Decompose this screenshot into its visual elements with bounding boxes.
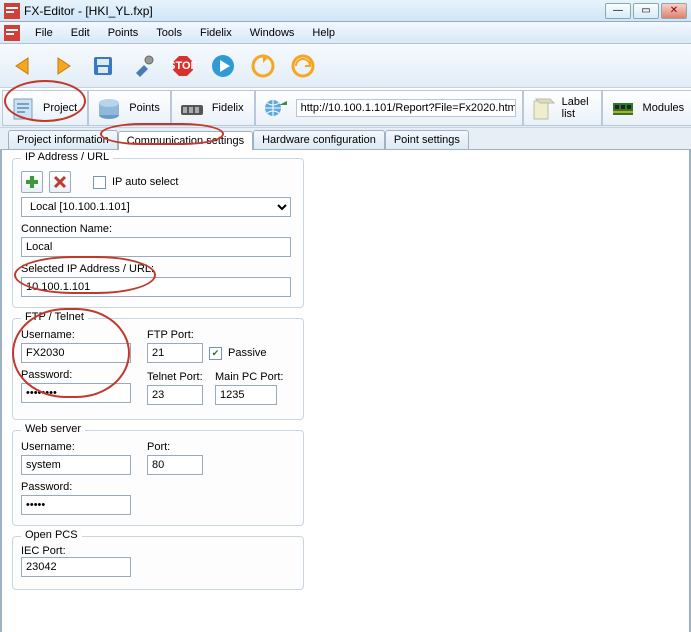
menu-windows[interactable]: Windows <box>241 24 304 42</box>
points-icon <box>95 94 123 122</box>
ftp-username-label: Username: <box>21 329 131 341</box>
nav-labellist-label: Label list <box>562 96 591 120</box>
mainpc-port-input[interactable] <box>215 385 277 405</box>
play-icon[interactable] <box>206 49 240 83</box>
menu-edit[interactable]: Edit <box>62 24 99 42</box>
refresh-icon[interactable] <box>246 49 280 83</box>
web-password-label: Password: <box>21 481 131 493</box>
group-pcs: Open PCS IEC Port: <box>12 536 304 590</box>
close-button[interactable]: ✕ <box>661 3 687 19</box>
conn-name-input[interactable] <box>21 237 291 257</box>
passive-label: Passive <box>228 347 267 359</box>
group-web-legend: Web server <box>21 423 85 435</box>
mainpc-port-label: Main PC Port: <box>215 371 283 383</box>
subtab-project-info[interactable]: Project information <box>8 130 118 149</box>
main-pane: IP Address / URL IP auto select Local [1… <box>0 150 691 632</box>
passive-checkbox[interactable]: ✔ <box>209 347 222 360</box>
nav-fidelix-label: Fidelix <box>212 102 244 114</box>
sel-ip-input[interactable] <box>21 277 291 297</box>
group-ip-legend: IP Address / URL <box>21 151 113 163</box>
nav-points-label: Points <box>129 102 160 114</box>
iec-port-input[interactable] <box>21 557 131 577</box>
web-username-label: Username: <box>21 441 131 453</box>
ip-auto-select-label: IP auto select <box>112 176 178 188</box>
save-icon[interactable] <box>86 49 120 83</box>
group-ftp-legend: FTP / Telnet <box>21 311 88 323</box>
titlebar: FX-Editor - [HKI_YL.fxp] — ▭ ✕ <box>0 0 691 22</box>
menubar: File Edit Points Tools Fidelix Windows H… <box>0 22 691 44</box>
globe-icon <box>262 94 290 122</box>
telnet-port-label: Telnet Port: <box>147 371 203 383</box>
app-icon <box>4 3 20 19</box>
ftp-port-label: FTP Port: <box>147 329 283 341</box>
nav-fidelix[interactable]: Fidelix <box>171 90 255 126</box>
web-port-input[interactable] <box>147 455 203 475</box>
nav-project-label: Project <box>43 102 77 114</box>
maximize-button[interactable]: ▭ <box>633 3 659 19</box>
ip-dropdown[interactable]: Local [10.100.1.101] <box>21 197 291 217</box>
nav-modules-label: Modules <box>643 102 685 114</box>
ftp-username-input[interactable] <box>21 343 131 363</box>
iec-port-label: IEC Port: <box>21 545 66 557</box>
group-pcs-legend: Open PCS <box>21 529 82 541</box>
sel-ip-label: Selected IP Address / URL: <box>21 263 295 275</box>
nav-modules[interactable]: Modules <box>602 90 691 126</box>
telnet-port-input[interactable] <box>147 385 203 405</box>
toolbar: STOP <box>0 44 691 88</box>
subtab-hw-config[interactable]: Hardware configuration <box>253 130 385 149</box>
delete-button[interactable] <box>49 171 71 193</box>
ftp-port-input[interactable] <box>147 343 203 363</box>
ftp-password-input[interactable] <box>21 383 131 403</box>
sync-icon[interactable] <box>286 49 320 83</box>
web-username-input[interactable] <box>21 455 131 475</box>
menu-help[interactable]: Help <box>303 24 344 42</box>
fidelix-icon <box>178 94 206 122</box>
tools-icon[interactable] <box>126 49 160 83</box>
group-ip: IP Address / URL IP auto select Local [1… <box>12 158 304 308</box>
menu-points[interactable]: Points <box>99 24 148 42</box>
add-button[interactable] <box>21 171 43 193</box>
ip-auto-select-checkbox[interactable] <box>93 176 106 189</box>
group-web: Web server Username: Password: Port: <box>12 430 304 526</box>
nav-labellist[interactable]: Label list <box>523 90 602 126</box>
subtab-point-settings[interactable]: Point settings <box>385 130 469 149</box>
menu-file[interactable]: File <box>26 24 62 42</box>
subtabs: Project information Communication settin… <box>0 128 691 150</box>
window-title: FX-Editor - [HKI_YL.fxp] <box>24 4 153 18</box>
menu-tools[interactable]: Tools <box>147 24 191 42</box>
nav-url-text[interactable]: http://10.100.1.101/Report?File=Fx2020.h… <box>296 99 516 117</box>
forward-icon[interactable] <box>46 49 80 83</box>
web-password-input[interactable] <box>21 495 131 515</box>
menu-fidelix[interactable]: Fidelix <box>191 24 241 42</box>
web-port-label: Port: <box>147 441 203 453</box>
nav-url[interactable]: http://10.100.1.101/Report?File=Fx2020.h… <box>255 90 523 126</box>
nav-row: Project Points Fidelix http://10.100.1.1… <box>0 88 691 128</box>
modules-icon <box>609 94 637 122</box>
stop-icon[interactable]: STOP <box>166 49 200 83</box>
ftp-password-label: Password: <box>21 369 131 381</box>
group-ftp: FTP / Telnet Username: Password: FTP Por… <box>12 318 304 420</box>
minimize-button[interactable]: — <box>605 3 631 19</box>
subtab-comm-settings[interactable]: Communication settings <box>118 131 253 150</box>
nav-project[interactable]: Project <box>2 90 88 126</box>
conn-name-label: Connection Name: <box>21 223 295 235</box>
nav-points[interactable]: Points <box>88 90 171 126</box>
back-icon[interactable] <box>6 49 40 83</box>
label-icon <box>530 94 556 122</box>
svg-text:STOP: STOP <box>170 60 196 72</box>
project-icon <box>9 94 37 122</box>
app-menu-icon <box>4 25 20 41</box>
